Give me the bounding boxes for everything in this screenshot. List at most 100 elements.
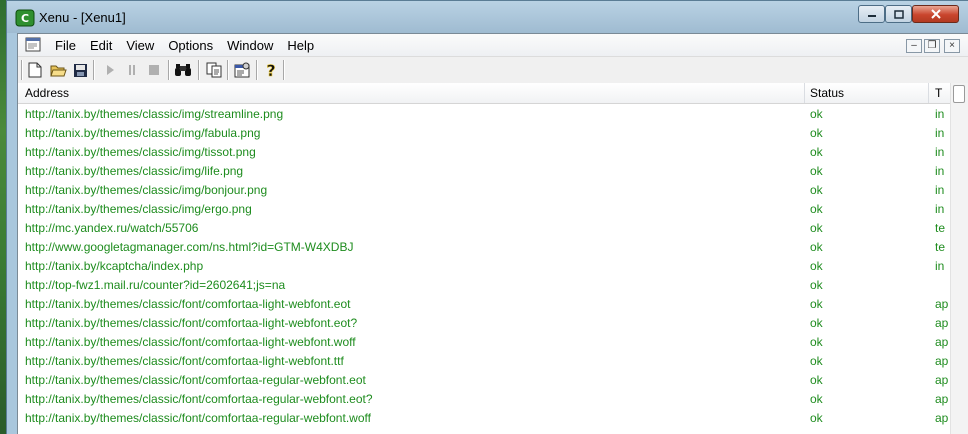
start-button[interactable] <box>101 61 119 79</box>
vertical-scrollbar[interactable] <box>950 83 968 434</box>
xenu-window: C Xenu - [Xenu1] File Edit View Options … <box>6 0 968 434</box>
toolbar-separator <box>227 60 229 80</box>
row-status: ok <box>810 221 823 235</box>
row-type: te <box>935 221 946 235</box>
row-type: in <box>935 164 945 178</box>
toolbar: ? <box>18 56 968 84</box>
row-address: http://mc.yandex.ru/watch/55706 <box>25 221 199 235</box>
table-row[interactable]: http://tanix.by/themes/classic/font/comf… <box>18 313 968 332</box>
menu-help[interactable]: Help <box>280 38 321 53</box>
table-row[interactable]: http://tanix.by/themes/classic/font/comf… <box>18 332 968 351</box>
row-status: ok <box>810 126 823 140</box>
open-folder-icon <box>49 65 67 77</box>
close-button[interactable] <box>912 5 959 23</box>
row-status: ok <box>810 335 823 349</box>
row-status: ok <box>810 411 823 425</box>
column-header-address[interactable]: Address <box>25 86 69 100</box>
find-button[interactable] <box>174 61 192 79</box>
menu-view[interactable]: View <box>119 38 161 53</box>
row-address: http://tanix.by/themes/classic/font/comf… <box>25 354 344 368</box>
row-address: http://tanix.by/themes/classic/font/comf… <box>25 297 351 311</box>
table-row[interactable]: http://tanix.by/themes/classic/img/ergo.… <box>18 199 968 218</box>
row-address: http://tanix.by/themes/classic/font/comf… <box>25 392 373 406</box>
toolbar-separator <box>93 60 95 80</box>
column-header-type[interactable]: T <box>935 86 942 100</box>
row-type: in <box>935 126 945 140</box>
copy-icon <box>206 62 222 78</box>
save-button[interactable] <box>71 61 89 79</box>
row-status: ok <box>810 183 823 197</box>
table-row[interactable]: http://tanix.by/themes/classic/font/comf… <box>18 389 968 408</box>
table-row[interactable]: http://tanix.by/themes/classic/img/fabul… <box>18 123 968 142</box>
list-rows: http://tanix.by/themes/classic/img/strea… <box>18 104 968 434</box>
row-address: http://tanix.by/themes/classic/img/tisso… <box>25 145 256 159</box>
menu-bar: File Edit View Options Window Help – ❐ × <box>18 34 968 56</box>
row-type: in <box>935 202 945 216</box>
row-status: ok <box>810 259 823 273</box>
maximize-button[interactable] <box>885 5 912 23</box>
menu-options[interactable]: Options <box>161 38 220 53</box>
table-row[interactable]: http://mc.yandex.ru/watch/55706 ok te <box>18 218 968 237</box>
toolbar-separator <box>256 60 258 80</box>
row-type: in <box>935 145 945 159</box>
mdi-close-button[interactable]: × <box>944 39 960 53</box>
mdi-minimize-button[interactable]: – <box>906 39 922 53</box>
table-row[interactable]: http://tanix.by/themes/classic/img/life.… <box>18 161 968 180</box>
table-row[interactable]: http://tanix.by/themes/classic/font/comf… <box>18 351 968 370</box>
results-list: Address Status T http://tanix.by/themes/… <box>18 83 968 434</box>
table-row[interactable]: http://tanix.by/kcaptcha/index.php ok in <box>18 256 968 275</box>
row-address: http://tanix.by/themes/classic/font/comf… <box>25 373 366 387</box>
row-address: http://tanix.by/themes/classic/font/comf… <box>25 335 356 349</box>
title-bar[interactable]: C Xenu - [Xenu1] <box>7 1 968 33</box>
mdi-minimize-icon: – <box>911 40 917 51</box>
table-row[interactable]: http://top-fwz1.mail.ru/counter?id=26026… <box>18 275 968 294</box>
new-button[interactable] <box>26 61 44 79</box>
menu-file[interactable]: File <box>48 38 83 53</box>
menu-edit[interactable]: Edit <box>83 38 119 53</box>
row-type: ap <box>935 411 949 425</box>
column-divider[interactable] <box>928 83 929 103</box>
row-status: ok <box>810 107 823 121</box>
document-window-icon[interactable] <box>24 37 42 53</box>
table-row[interactable]: http://tanix.by/themes/classic/font/comf… <box>18 408 968 427</box>
client-area: File Edit View Options Window Help – ❐ × <box>17 33 968 434</box>
row-status: ok <box>810 145 823 159</box>
row-address: http://tanix.by/themes/classic/font/comf… <box>25 411 371 425</box>
row-type: ap <box>935 373 949 387</box>
table-row[interactable]: http://tanix.by/themes/classic/img/tisso… <box>18 142 968 161</box>
binoculars-icon <box>175 64 191 76</box>
table-row[interactable]: http://tanix.by/themes/classic/img/bonjo… <box>18 180 968 199</box>
column-divider[interactable] <box>804 83 805 103</box>
table-row[interactable]: http://tanix.by/themes/classic/img/strea… <box>18 104 968 123</box>
minimize-icon <box>867 15 876 17</box>
row-status: ok <box>810 202 823 216</box>
row-address: http://tanix.by/themes/classic/img/strea… <box>25 107 284 121</box>
column-header-status[interactable]: Status <box>810 86 844 100</box>
save-icon <box>73 63 87 77</box>
help-button[interactable]: ? <box>262 61 280 79</box>
new-document-icon <box>28 62 42 78</box>
scrollbar-thumb[interactable] <box>953 85 965 103</box>
row-type: ap <box>935 392 949 406</box>
row-type: in <box>935 259 945 273</box>
row-type: in <box>935 183 945 197</box>
stop-button[interactable] <box>145 61 163 79</box>
pause-button[interactable] <box>123 61 141 79</box>
table-row[interactable]: http://tanix.by/themes/classic/font/comf… <box>18 370 968 389</box>
copy-button[interactable] <box>205 61 223 79</box>
open-button[interactable] <box>49 61 67 79</box>
row-type: in <box>935 107 945 121</box>
pause-icon <box>129 65 135 75</box>
menu-window[interactable]: Window <box>220 38 280 53</box>
properties-button[interactable] <box>233 61 251 79</box>
row-type: ap <box>935 335 949 349</box>
table-row[interactable]: http://tanix.by/themes/classic/font/comf… <box>18 294 968 313</box>
row-address: http://tanix.by/themes/classic/font/comf… <box>25 316 358 330</box>
play-icon <box>107 65 114 75</box>
mdi-restore-button[interactable]: ❐ <box>924 39 940 53</box>
row-status: ok <box>810 278 823 292</box>
minimize-button[interactable] <box>858 5 885 23</box>
table-row[interactable]: http://www.googletagmanager.com/ns.html?… <box>18 237 968 256</box>
row-address: http://tanix.by/themes/classic/img/life.… <box>25 164 244 178</box>
row-address: http://tanix.by/themes/classic/img/ergo.… <box>25 202 252 216</box>
